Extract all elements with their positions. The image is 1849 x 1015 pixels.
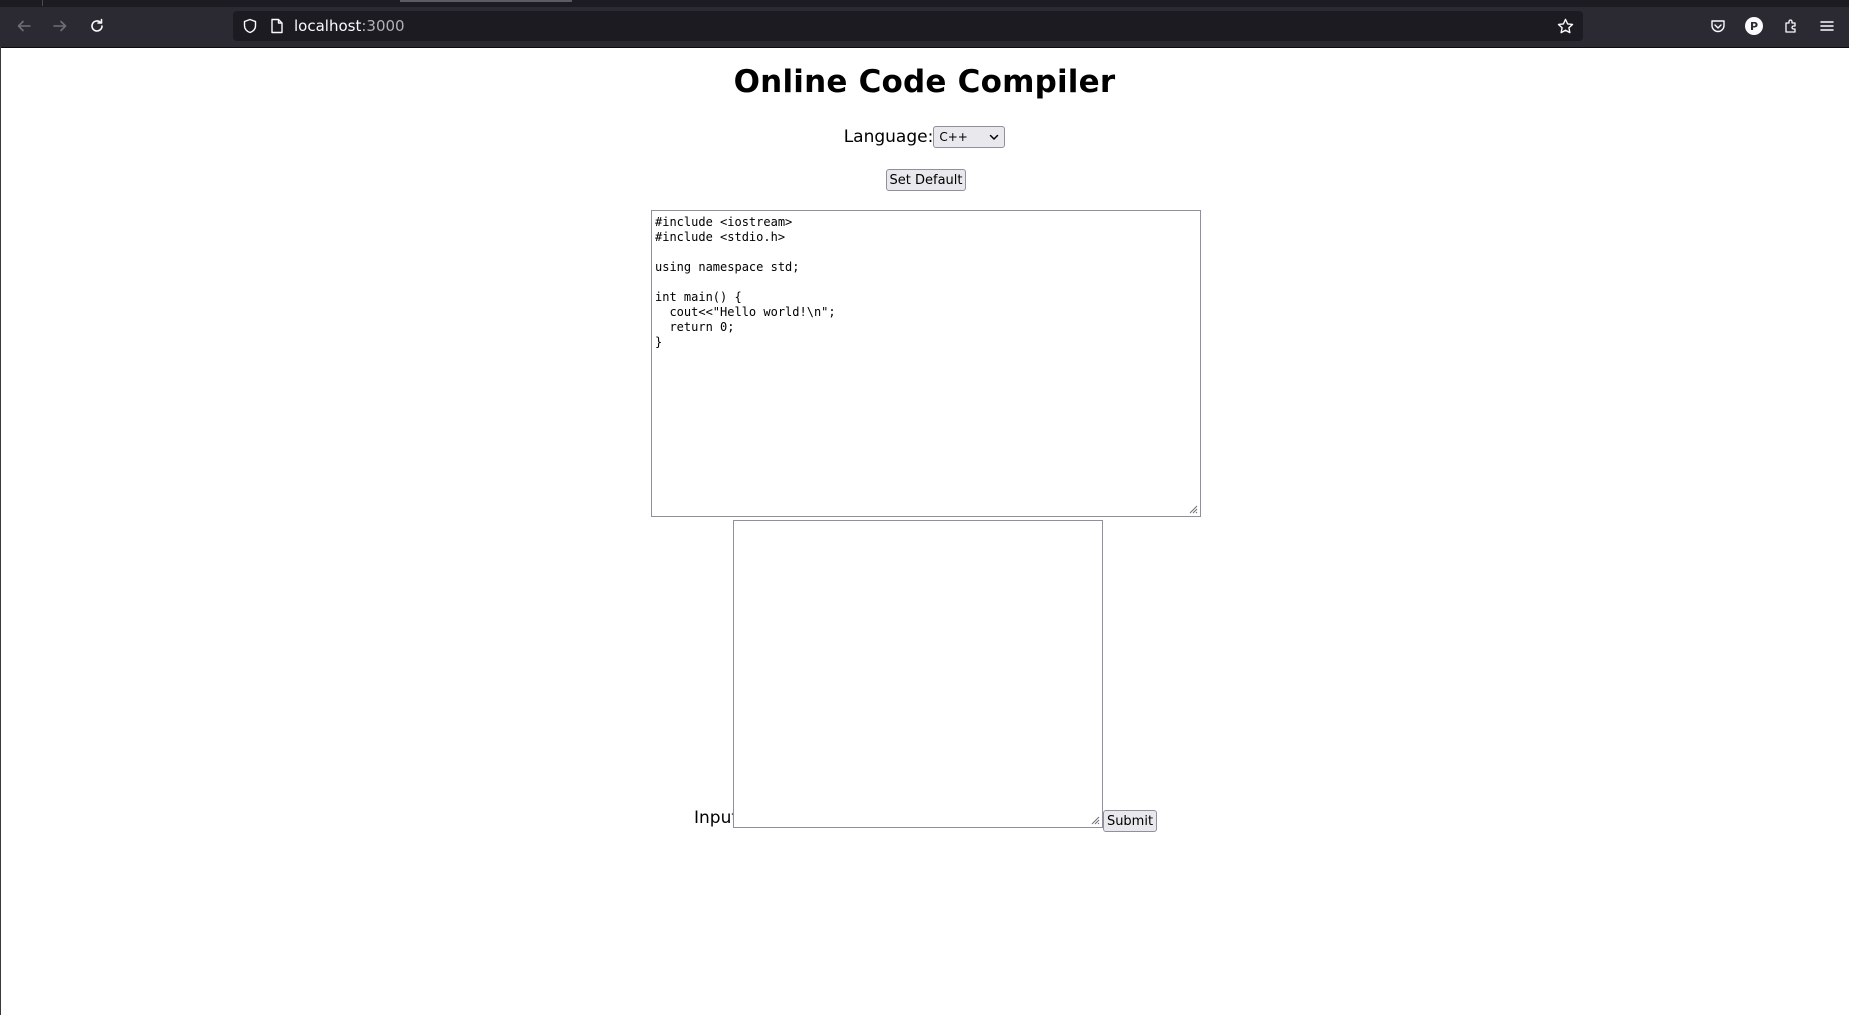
language-row: Language: C++ bbox=[0, 126, 1849, 148]
language-selected-value: C++ bbox=[939, 130, 968, 144]
forward-button[interactable] bbox=[46, 12, 74, 40]
page-icon bbox=[271, 18, 283, 34]
bookmark-button[interactable] bbox=[1553, 11, 1577, 41]
url-host: localhost bbox=[294, 17, 362, 35]
code-editor-textarea[interactable]: #include <iostream> #include <stdio.h> u… bbox=[651, 210, 1201, 517]
page-title: Online Code Compiler bbox=[733, 64, 1116, 100]
account-button[interactable]: P bbox=[1740, 12, 1768, 40]
input-resize-grip-icon[interactable] bbox=[1090, 815, 1100, 825]
url-text[interactable]: localhost:3000 bbox=[294, 11, 405, 41]
language-label: Language: bbox=[843, 127, 934, 147]
site-info-button[interactable] bbox=[239, 11, 261, 41]
back-button[interactable] bbox=[10, 12, 38, 40]
extensions-button[interactable] bbox=[1777, 12, 1805, 40]
code-resize-grip-icon[interactable] bbox=[1188, 504, 1198, 514]
input-textarea[interactable] bbox=[733, 520, 1103, 828]
window-edge bbox=[0, 47, 1, 1015]
page-icon-holder bbox=[266, 11, 288, 41]
shield-icon bbox=[243, 18, 257, 34]
active-tab[interactable] bbox=[400, 0, 572, 2]
input-label: Input bbox=[694, 808, 739, 828]
forward-arrow-icon bbox=[53, 20, 67, 32]
language-select[interactable]: C++ bbox=[933, 126, 1006, 148]
account-avatar-icon: P bbox=[1745, 17, 1763, 35]
submit-button[interactable]: Submit bbox=[1103, 810, 1157, 832]
browser-toolbar: localhost:3000 P bbox=[0, 0, 1849, 48]
hamburger-menu-icon bbox=[1820, 21, 1834, 31]
back-arrow-icon bbox=[17, 20, 31, 32]
chevron-down-icon bbox=[990, 134, 999, 140]
set-default-button[interactable]: Set Default bbox=[886, 169, 966, 191]
tab-strip bbox=[0, 0, 1849, 7]
pocket-button[interactable] bbox=[1704, 12, 1732, 40]
reload-icon bbox=[91, 18, 103, 32]
reload-button[interactable] bbox=[83, 12, 111, 40]
url-bar[interactable]: localhost:3000 bbox=[233, 11, 1583, 41]
app-menu-button[interactable] bbox=[1813, 12, 1841, 40]
tab-divider bbox=[42, 0, 43, 6]
puzzle-icon bbox=[1785, 19, 1796, 33]
url-port: :3000 bbox=[361, 17, 405, 35]
star-icon bbox=[1557, 18, 1573, 33]
pocket-icon bbox=[1711, 20, 1725, 33]
